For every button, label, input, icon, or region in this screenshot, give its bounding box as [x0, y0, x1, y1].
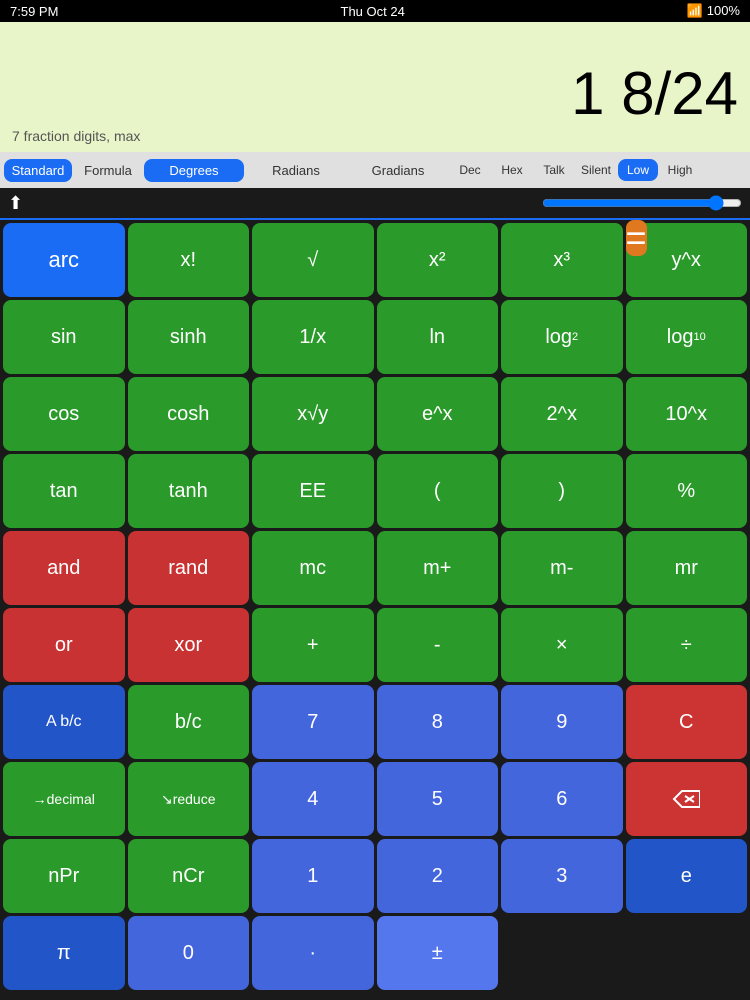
- sin-btn[interactable]: sin: [3, 300, 125, 374]
- clear-btn[interactable]: C: [626, 685, 748, 759]
- display-hint: 7 fraction digits, max: [12, 128, 738, 144]
- rand-btn[interactable]: rand: [128, 531, 250, 605]
- mode-formula-btn[interactable]: Formula: [74, 159, 142, 182]
- log10-btn[interactable]: log10: [626, 300, 748, 374]
- mode-low-btn[interactable]: Low: [618, 159, 658, 181]
- ex-btn[interactable]: e^x: [377, 377, 499, 451]
- pi-btn[interactable]: π: [3, 916, 125, 990]
- ee-btn[interactable]: EE: [252, 454, 374, 528]
- mode-degrees-btn[interactable]: Degrees: [144, 159, 244, 182]
- mode-silent-btn[interactable]: Silent: [576, 159, 616, 181]
- or-btn[interactable]: or: [3, 608, 125, 682]
- mode-bar: Standard Formula Degrees Radians Gradian…: [0, 152, 750, 188]
- display-value: 1 8/24: [12, 64, 738, 124]
- ln-btn[interactable]: ln: [377, 300, 499, 374]
- calc-grid: arc x! √ x² x³ y^x sin sinh 1/x ln log2 …: [0, 220, 750, 993]
- battery-indicator: 100%: [707, 3, 740, 18]
- mc-btn[interactable]: mc: [252, 531, 374, 605]
- abc-btn[interactable]: A b/c: [3, 685, 125, 759]
- lparen-btn[interactable]: (: [377, 454, 499, 528]
- mode-dec-btn[interactable]: Dec: [450, 159, 490, 181]
- 7-btn[interactable]: 7: [252, 685, 374, 759]
- share-button[interactable]: ⬆: [8, 193, 23, 214]
- display-area: 1 8/24 7 fraction digits, max: [0, 22, 750, 152]
- 6-btn[interactable]: 6: [501, 762, 623, 836]
- status-right: 📶 100%: [687, 3, 740, 19]
- arc-btn[interactable]: arc: [3, 223, 125, 297]
- bc-btn[interactable]: b/c: [128, 685, 250, 759]
- cos-btn[interactable]: cos: [3, 377, 125, 451]
- status-date: Thu Oct 24: [341, 4, 405, 19]
- 0-btn[interactable]: 0: [128, 916, 250, 990]
- percent-btn[interactable]: %: [626, 454, 748, 528]
- tanh-btn[interactable]: tanh: [128, 454, 250, 528]
- 2x-btn[interactable]: 2^x: [501, 377, 623, 451]
- 9-btn[interactable]: 9: [501, 685, 623, 759]
- 2-btn[interactable]: 2: [377, 839, 499, 913]
- todecimal-btn[interactable]: →decimal: [3, 762, 125, 836]
- multiply-btn[interactable]: ×: [501, 608, 623, 682]
- and-btn[interactable]: and: [3, 531, 125, 605]
- equal-btn[interactable]: =: [626, 220, 647, 256]
- mode-gradians-btn[interactable]: Gradians: [348, 159, 448, 182]
- wifi-icon: 📶: [687, 3, 703, 18]
- mode-high-btn[interactable]: High: [660, 159, 700, 181]
- reduce-btn[interactable]: ↘reduce: [128, 762, 250, 836]
- backspace-btn[interactable]: [626, 762, 748, 836]
- status-bar: 7:59 PM Thu Oct 24 📶 100%: [0, 0, 750, 22]
- factorial-btn[interactable]: x!: [128, 223, 250, 297]
- x2-btn[interactable]: x²: [377, 223, 499, 297]
- divide-btn[interactable]: ÷: [626, 608, 748, 682]
- mode-radians-btn[interactable]: Radians: [246, 159, 346, 182]
- e-btn[interactable]: e: [626, 839, 748, 913]
- 5-btn[interactable]: 5: [377, 762, 499, 836]
- minus-btn[interactable]: -: [377, 608, 499, 682]
- mminus-btn[interactable]: m-: [501, 531, 623, 605]
- reciprocal-btn[interactable]: 1/x: [252, 300, 374, 374]
- npr-btn[interactable]: nPr: [3, 839, 125, 913]
- mode-standard-btn[interactable]: Standard: [4, 159, 72, 182]
- ncr-btn[interactable]: nCr: [128, 839, 250, 913]
- mplus-btn[interactable]: m+: [377, 531, 499, 605]
- 1-btn[interactable]: 1: [252, 839, 374, 913]
- sqrt-btn[interactable]: √: [252, 223, 374, 297]
- rparen-btn[interactable]: ): [501, 454, 623, 528]
- 4-btn[interactable]: 4: [252, 762, 374, 836]
- toolbar-row: ⬆: [0, 188, 750, 220]
- xor-btn[interactable]: xor: [128, 608, 250, 682]
- 10x-btn[interactable]: 10^x: [626, 377, 748, 451]
- plus-btn[interactable]: +: [252, 608, 374, 682]
- mode-hex-btn[interactable]: Hex: [492, 159, 532, 181]
- xrooty-btn[interactable]: x√y: [252, 377, 374, 451]
- 8-btn[interactable]: 8: [377, 685, 499, 759]
- volume-slider[interactable]: [542, 195, 742, 211]
- mode-talk-btn[interactable]: Talk: [534, 159, 574, 181]
- cosh-btn[interactable]: cosh: [128, 377, 250, 451]
- tan-btn[interactable]: tan: [3, 454, 125, 528]
- sinh-btn[interactable]: sinh: [128, 300, 250, 374]
- status-time: 7:59 PM: [10, 4, 58, 19]
- dot-btn[interactable]: ·: [252, 916, 374, 990]
- mr-btn[interactable]: mr: [626, 531, 748, 605]
- x3-btn[interactable]: x³: [501, 223, 623, 297]
- log2-btn[interactable]: log2: [501, 300, 623, 374]
- sign-btn[interactable]: ±: [377, 916, 499, 990]
- 3-btn[interactable]: 3: [501, 839, 623, 913]
